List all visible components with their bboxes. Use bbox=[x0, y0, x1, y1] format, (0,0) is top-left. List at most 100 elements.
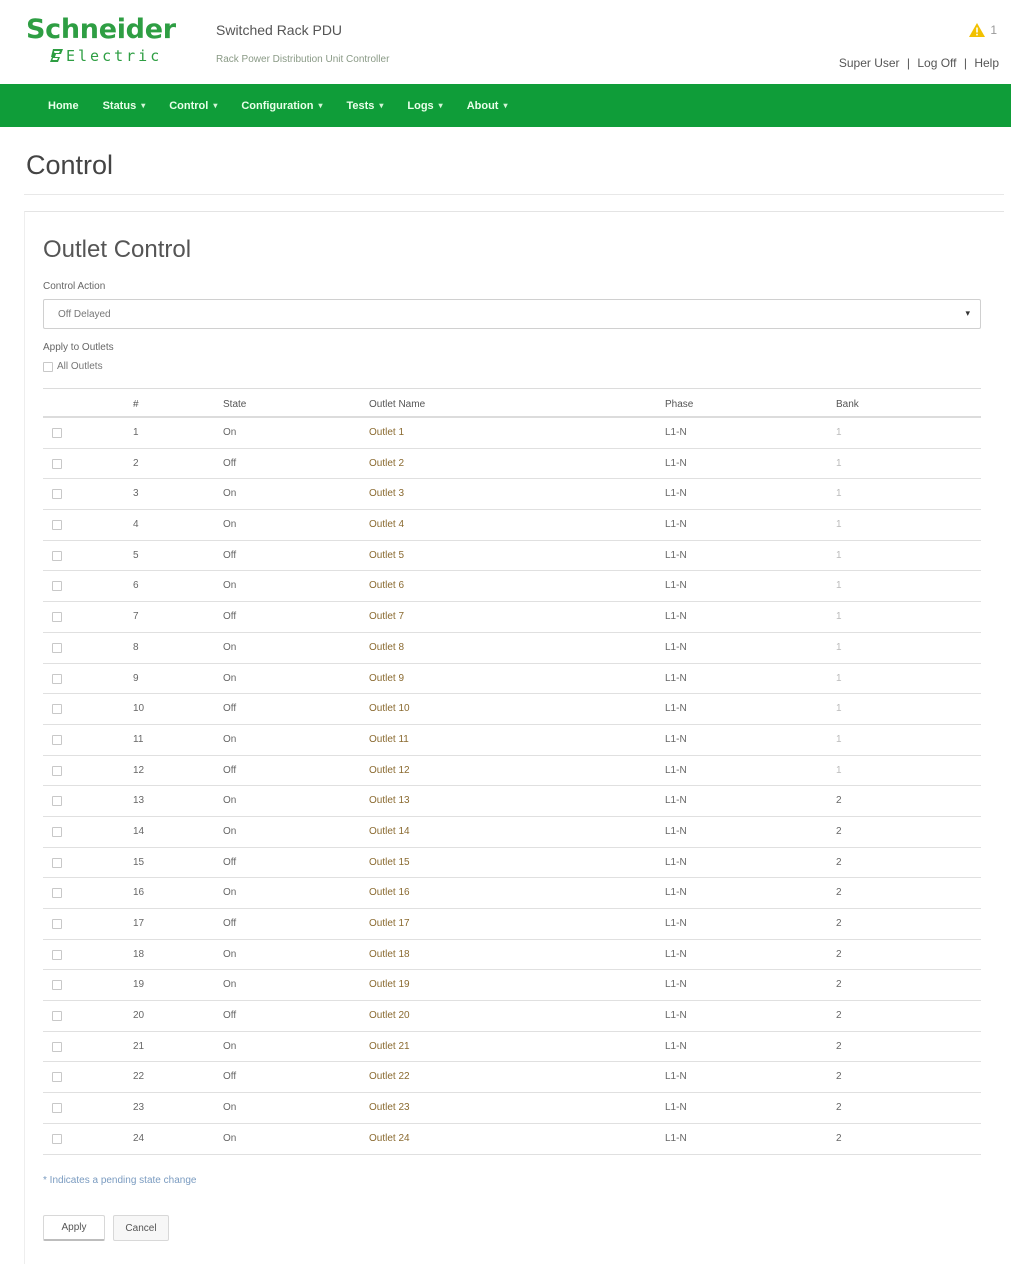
nav-control[interactable]: Control ▾ bbox=[169, 100, 217, 112]
outlet-checkbox[interactable] bbox=[52, 1041, 62, 1052]
outlet-name-link[interactable]: Outlet 20 bbox=[369, 1010, 410, 1021]
outlet-phase: L1-N bbox=[665, 1040, 687, 1052]
column-header-outlet-name[interactable]: Outlet Name bbox=[369, 399, 425, 410]
help-link[interactable]: Help bbox=[974, 56, 999, 70]
outlet-checkbox[interactable] bbox=[52, 489, 62, 500]
page-title: Control bbox=[26, 150, 114, 180]
outlet-number: 23 bbox=[133, 1102, 145, 1114]
outlet-checkbox[interactable] bbox=[52, 612, 62, 623]
outlet-name-link[interactable]: Outlet 12 bbox=[369, 765, 410, 776]
outlet-checkbox[interactable] bbox=[52, 428, 62, 438]
outlet-state: On bbox=[223, 427, 237, 438]
outlet-name-link[interactable]: Outlet 16 bbox=[369, 887, 410, 898]
nav-status[interactable]: Status ▾ bbox=[103, 100, 146, 112]
outlet-checkbox[interactable] bbox=[52, 550, 62, 561]
nav-tests[interactable]: Tests ▾ bbox=[346, 100, 383, 112]
outlet-checkbox[interactable] bbox=[52, 980, 62, 991]
outlet-checkbox[interactable] bbox=[52, 826, 62, 837]
outlet-phase: L1-N bbox=[665, 856, 687, 868]
outlet-name-link[interactable]: Outlet 10 bbox=[369, 703, 410, 714]
outlet-checkbox[interactable] bbox=[52, 765, 62, 776]
table-row: 17 Off Outlet 17 L1-N 2 bbox=[43, 909, 981, 940]
outlet-checkbox[interactable] bbox=[52, 520, 62, 531]
outlet-checkbox[interactable] bbox=[52, 888, 62, 899]
outlet-name-link[interactable]: Outlet 7 bbox=[369, 611, 404, 622]
all-outlets-checkbox[interactable] bbox=[43, 361, 53, 372]
table-row: 24 On Outlet 24 L1-N 2 bbox=[43, 1124, 981, 1155]
outlet-checkbox[interactable] bbox=[52, 642, 62, 653]
outlet-name-link[interactable]: Outlet 15 bbox=[369, 857, 410, 868]
outlet-bank: 2 bbox=[836, 1010, 842, 1022]
outlet-checkbox[interactable] bbox=[52, 919, 62, 929]
column-header-state[interactable]: State bbox=[223, 399, 246, 410]
alarm-count: 1 bbox=[990, 23, 997, 37]
outlet-name-link[interactable]: Outlet 14 bbox=[369, 826, 410, 837]
device-subtitle: Rack Power Distribution Unit Controller bbox=[216, 54, 390, 65]
outlet-checkbox[interactable] bbox=[52, 1103, 62, 1114]
outlet-name-link[interactable]: Outlet 4 bbox=[369, 519, 404, 530]
alarm-indicator[interactable]: 1 bbox=[968, 22, 997, 38]
outlet-name-link[interactable]: Outlet 21 bbox=[369, 1041, 410, 1052]
outlet-name-link[interactable]: Outlet 17 bbox=[369, 918, 410, 929]
outlet-state: On bbox=[223, 795, 237, 807]
column-header-number[interactable]: # bbox=[133, 399, 139, 410]
apply-button[interactable]: Apply bbox=[43, 1215, 105, 1241]
outlet-bank: 2 bbox=[836, 918, 842, 929]
outlet-phase: L1-N bbox=[665, 519, 687, 531]
table-row: 16 On Outlet 16 L1-N 2 bbox=[43, 878, 981, 909]
outlet-name-link[interactable]: Outlet 3 bbox=[369, 488, 404, 499]
nav-label: Tests bbox=[346, 99, 375, 112]
outlet-bank: 1 bbox=[836, 488, 842, 500]
outlet-name-link[interactable]: Outlet 5 bbox=[369, 550, 404, 561]
nav-configuration[interactable]: Configuration ▾ bbox=[241, 100, 322, 112]
outlet-checkbox[interactable] bbox=[52, 796, 62, 807]
outlet-name-link[interactable]: Outlet 8 bbox=[369, 642, 404, 653]
outlet-checkbox[interactable] bbox=[52, 1072, 62, 1083]
outlet-checkbox[interactable] bbox=[52, 1011, 62, 1022]
control-action-value: Off Delayed bbox=[58, 309, 111, 320]
logo-wordmark: Schneider bbox=[26, 14, 176, 45]
outlet-checkbox[interactable] bbox=[52, 704, 62, 715]
table-row: 23 On Outlet 23 L1-N 2 bbox=[43, 1093, 981, 1124]
outlet-bank: 1 bbox=[836, 733, 842, 745]
nav-about[interactable]: About ▾ bbox=[467, 100, 508, 112]
column-header-phase[interactable]: Phase bbox=[665, 399, 693, 410]
outlet-number: 24 bbox=[133, 1132, 145, 1144]
outlet-name-link[interactable]: Outlet 13 bbox=[369, 795, 410, 806]
outlet-name-link[interactable]: Outlet 2 bbox=[369, 458, 404, 469]
outlet-name-link[interactable]: Outlet 23 bbox=[369, 1102, 410, 1113]
outlet-checkbox[interactable] bbox=[52, 857, 62, 868]
outlet-checkbox[interactable] bbox=[52, 1133, 62, 1144]
all-outlets-option[interactable]: All Outlets bbox=[43, 361, 103, 372]
outlet-state: On bbox=[223, 641, 237, 653]
outlet-state: Off bbox=[223, 457, 237, 469]
outlet-name-link[interactable]: Outlet 18 bbox=[369, 949, 410, 960]
outlet-name-link[interactable]: Outlet 1 bbox=[369, 427, 404, 438]
outlet-bank: 2 bbox=[836, 795, 842, 807]
outlet-checkbox[interactable] bbox=[52, 673, 62, 684]
nav-label: About bbox=[466, 99, 499, 112]
user-name-link[interactable]: Super User bbox=[839, 56, 900, 70]
outlet-number: 22 bbox=[133, 1071, 145, 1083]
outlet-state: On bbox=[223, 948, 237, 960]
outlet-name-link[interactable]: Outlet 24 bbox=[369, 1133, 410, 1144]
outlet-name-link[interactable]: Outlet 19 bbox=[369, 979, 410, 990]
nav-logs[interactable]: Logs ▾ bbox=[407, 100, 442, 112]
log-off-link[interactable]: Log Off bbox=[917, 56, 956, 70]
outlet-state: On bbox=[223, 1132, 237, 1144]
outlet-name-link[interactable]: Outlet 9 bbox=[369, 673, 404, 684]
outlet-name-link[interactable]: Outlet 11 bbox=[369, 734, 409, 745]
outlet-checkbox[interactable] bbox=[52, 949, 62, 960]
outlet-name-link[interactable]: Outlet 22 bbox=[369, 1071, 410, 1082]
outlet-state: On bbox=[223, 733, 237, 745]
outlet-name-link[interactable]: Outlet 6 bbox=[369, 580, 404, 591]
schneider-logo[interactable]: Schneider Electric bbox=[26, 14, 201, 70]
control-action-select[interactable]: Off Delayed ▾ bbox=[43, 299, 981, 329]
outlet-state: Off bbox=[223, 1010, 237, 1022]
outlet-checkbox[interactable] bbox=[52, 458, 62, 469]
outlet-checkbox[interactable] bbox=[52, 581, 62, 592]
column-header-bank[interactable]: Bank bbox=[836, 399, 859, 410]
nav-home[interactable]: Home bbox=[48, 100, 79, 112]
cancel-button[interactable]: Cancel bbox=[113, 1215, 169, 1241]
outlet-checkbox[interactable] bbox=[52, 734, 62, 745]
